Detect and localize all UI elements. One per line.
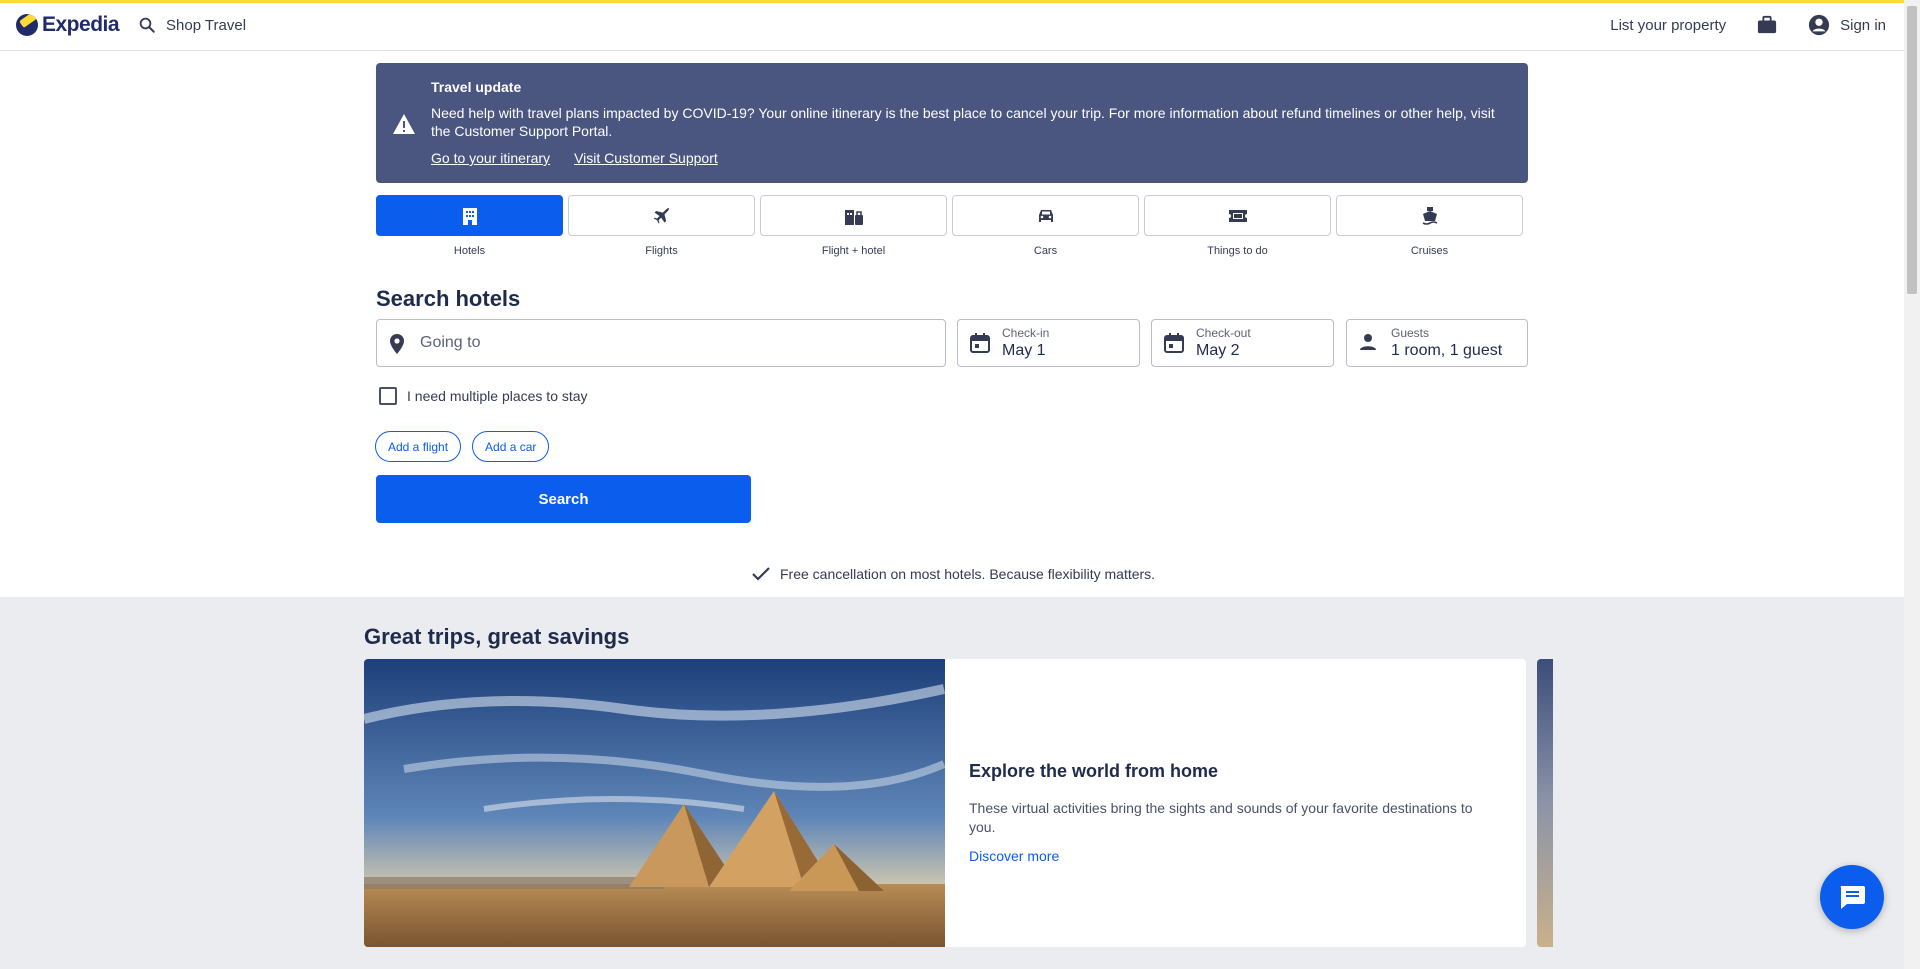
tab-flights-box[interactable] xyxy=(568,195,755,236)
alert-links: Go to your itinerary Visit Customer Supp… xyxy=(431,150,718,166)
search-button[interactable]: Search xyxy=(376,475,751,523)
product-tabs: Hotels Flights Flight + hotel Cars Thing… xyxy=(376,195,1523,257)
check-in-label: Check-in xyxy=(1002,326,1050,340)
location-pin-icon xyxy=(390,334,404,354)
promo-card-title: Explore the world from home xyxy=(969,761,1219,781)
tab-things-to-do[interactable]: Things to do xyxy=(1144,195,1331,257)
page-scrollbar[interactable] xyxy=(1904,0,1920,969)
list-property-link[interactable]: List your property xyxy=(1610,17,1726,34)
checkmark-icon xyxy=(752,567,770,581)
check-in-value: May 1 xyxy=(1002,342,1046,359)
next-promo-card-peek[interactable] xyxy=(1537,659,1553,947)
tab-flight-hotel[interactable]: Flight + hotel xyxy=(760,195,947,257)
tab-cruises-label: Cruises xyxy=(1410,245,1449,257)
chat-icon xyxy=(1840,886,1865,909)
trips-button[interactable] xyxy=(1756,15,1778,35)
site-header: Expedia Shop Travel List your property S… xyxy=(0,3,1904,51)
multiple-places-label: I need multiple places to stay xyxy=(407,388,588,404)
alert-body: Need help with travel plans impacted by … xyxy=(431,105,1495,139)
ticket-icon xyxy=(1228,209,1247,222)
tab-cruises[interactable]: Cruises xyxy=(1336,195,1523,257)
tab-cars[interactable]: Cars xyxy=(952,195,1139,257)
account-icon xyxy=(1809,14,1830,36)
car-icon xyxy=(1038,209,1053,222)
travel-update-alert: Travel update Need help with travel plan… xyxy=(376,63,1528,183)
pyramids-image xyxy=(364,659,945,947)
check-out-label: Check-out xyxy=(1196,326,1251,340)
expedia-logo[interactable]: Expedia xyxy=(16,13,120,37)
briefcase-icon xyxy=(1758,15,1777,34)
visit-support-link[interactable]: Visit Customer Support xyxy=(574,150,718,166)
multiple-places-checkbox[interactable] xyxy=(379,387,397,405)
guests-label: Guests xyxy=(1391,326,1430,340)
calendar-icon xyxy=(970,333,990,353)
add-car-button[interactable]: Add a car xyxy=(472,431,550,462)
tab-hotels-label: Hotels xyxy=(453,245,486,257)
check-out-field[interactable]: Check-out May 2 xyxy=(1151,319,1334,367)
tab-cruises-box[interactable] xyxy=(1336,195,1523,236)
multiple-places-row[interactable]: I need multiple places to stay xyxy=(379,387,588,405)
plane-icon xyxy=(653,207,669,223)
check-in-field[interactable]: Check-in May 1 xyxy=(957,319,1140,367)
tab-cars-box[interactable] xyxy=(952,195,1139,236)
going-to-input[interactable]: Going to xyxy=(376,319,946,367)
free-cancellation-note: Free cancellation on most hotels. Becaus… xyxy=(752,566,1155,582)
tab-things-to-do-label: Things to do xyxy=(1207,245,1268,257)
tab-flights-label: Flights xyxy=(645,245,678,257)
alert-title: Travel update xyxy=(431,79,522,95)
free-cancellation-text: Free cancellation on most hotels. Becaus… xyxy=(780,566,1156,582)
guests-field[interactable]: Guests 1 room, 1 guest xyxy=(1346,319,1528,367)
logo-mark-icon xyxy=(16,14,38,36)
search-icon xyxy=(139,17,155,33)
add-flight-button[interactable]: Add a flight xyxy=(375,431,462,462)
sign-in-button[interactable]: Sign in xyxy=(1808,14,1886,36)
warning-icon xyxy=(393,114,415,134)
tab-flight-hotel-label: Flight + hotel xyxy=(821,245,886,257)
hotel-icon xyxy=(462,207,477,225)
shop-travel-menu[interactable]: Shop Travel xyxy=(138,16,246,34)
chat-button[interactable] xyxy=(1820,865,1884,929)
discover-more-link[interactable]: Discover more xyxy=(969,848,1059,864)
tab-flights[interactable]: Flights xyxy=(568,195,755,257)
promo-card-description: These virtual activities bring the sight… xyxy=(969,800,1473,835)
tab-hotels[interactable]: Hotels xyxy=(376,195,563,257)
flight-hotel-icon xyxy=(844,209,863,225)
sign-in-label: Sign in xyxy=(1840,16,1886,34)
header-right: List your property Sign in xyxy=(1610,14,1886,36)
guests-value: 1 room, 1 guest xyxy=(1391,342,1503,359)
logo-text: Expedia xyxy=(42,13,120,36)
cruise-icon xyxy=(1422,206,1437,225)
going-to-placeholder: Going to xyxy=(420,334,481,351)
shop-travel-label: Shop Travel xyxy=(166,16,247,34)
tab-cars-label: Cars xyxy=(1033,245,1058,257)
search-hotels-title: Search hotels xyxy=(376,286,521,311)
go-to-itinerary-link[interactable]: Go to your itinerary xyxy=(431,150,550,166)
check-out-value: May 2 xyxy=(1196,342,1240,359)
tab-things-to-do-box[interactable] xyxy=(1144,195,1331,236)
person-icon xyxy=(1360,334,1376,350)
add-on-pills: Add a flight Add a car xyxy=(375,431,550,462)
tab-hotels-box[interactable] xyxy=(376,195,563,236)
scrollbar-thumb[interactable] xyxy=(1907,6,1917,294)
tab-flight-hotel-box[interactable] xyxy=(760,195,947,236)
great-trips-title: Great trips, great savings xyxy=(364,624,630,649)
promo-card[interactable]: Explore the world from home These virtua… xyxy=(364,659,1526,947)
calendar-icon xyxy=(1164,333,1184,353)
